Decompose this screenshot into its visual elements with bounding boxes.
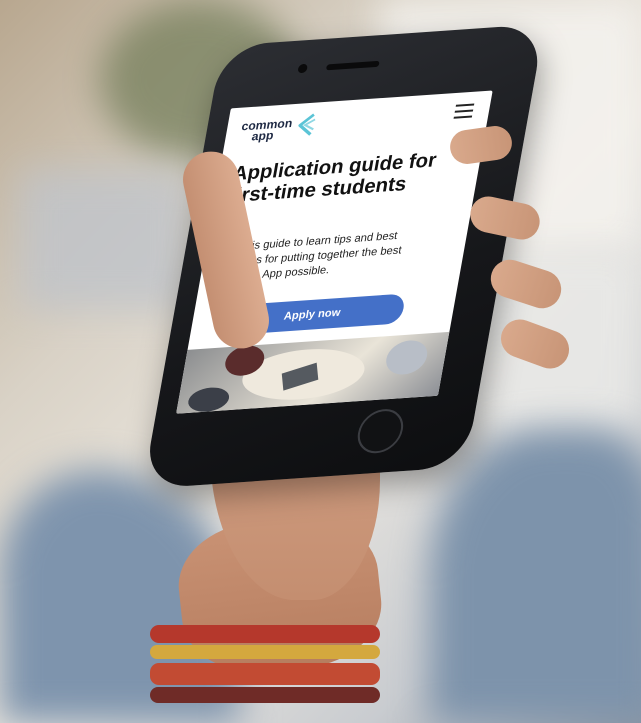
photo-scene: common app Application guide for first-t… — [0, 0, 641, 723]
hamburger-menu-icon[interactable] — [453, 103, 475, 119]
background-object — [20, 170, 190, 310]
page-title: Application guide for first-time student… — [227, 149, 439, 208]
home-button[interactable] — [354, 407, 407, 455]
photo-student-3 — [186, 386, 232, 414]
common-app-logo-icon — [298, 113, 316, 136]
earpiece-speaker — [325, 60, 380, 71]
bracelet-yellow — [150, 645, 380, 659]
background-jeans-right — [430, 430, 641, 723]
bracelets — [150, 615, 380, 723]
bracelet-dark — [150, 687, 380, 703]
students-photo — [176, 331, 450, 414]
bracelet-red — [150, 625, 380, 643]
front-camera — [297, 63, 309, 74]
bracelet-woven — [150, 663, 380, 685]
photo-student-2 — [383, 339, 431, 376]
